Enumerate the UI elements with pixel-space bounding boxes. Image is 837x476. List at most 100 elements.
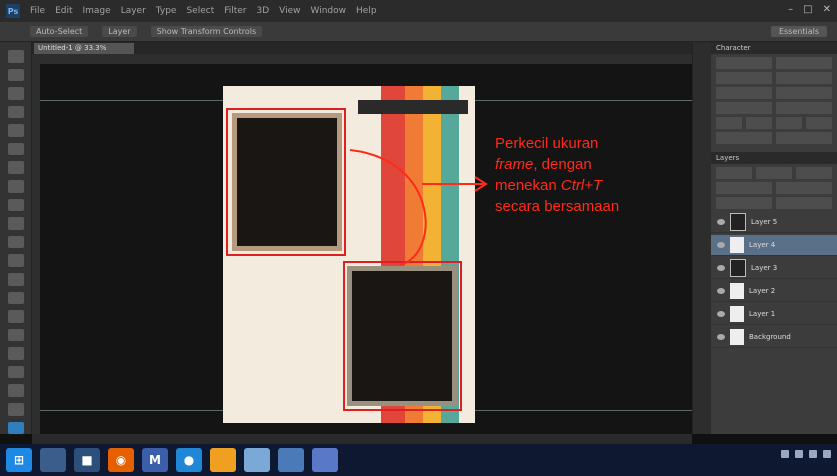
vertical-ruler <box>32 64 40 434</box>
annotation-arrow <box>349 149 488 265</box>
quick-select-tool-icon[interactable] <box>7 105 24 119</box>
poster-title-block <box>358 100 468 114</box>
size-row[interactable] <box>716 72 832 84</box>
brush-tool-icon[interactable] <box>7 180 24 193</box>
layer-thumbnail <box>730 213 746 231</box>
tools-panel <box>0 42 32 435</box>
menu-view[interactable]: View <box>279 6 300 16</box>
annotation-line-2: frame, dengan <box>495 156 592 173</box>
mail-icon[interactable]: M <box>142 448 168 472</box>
type-tool-icon[interactable] <box>7 328 24 342</box>
auto-select-checkbox[interactable]: Auto-Select <box>30 26 89 37</box>
layer-thumbnail <box>730 283 744 299</box>
menu-window[interactable]: Window <box>311 6 347 16</box>
file-explorer-icon[interactable] <box>40 448 66 472</box>
media-player-icon[interactable]: ■ <box>74 448 100 472</box>
windows-start-icon[interactable]: ⊞ <box>6 448 32 472</box>
move-tool-icon[interactable] <box>7 50 24 63</box>
layer-row-selected[interactable]: Layer 4 <box>711 235 837 256</box>
taskbar: ⊞ ■ ◉ M ● <box>0 444 837 476</box>
zoom-tool-icon[interactable] <box>7 402 24 416</box>
folder-icon[interactable] <box>210 448 236 472</box>
layer-row[interactable]: Layer 5 <box>711 212 837 233</box>
eyedropper-tool-icon[interactable] <box>7 142 24 156</box>
layer-row[interactable]: Background <box>711 327 837 348</box>
dodge-tool-icon[interactable] <box>7 291 24 305</box>
tracking-row[interactable] <box>716 87 832 99</box>
chrome-icon[interactable]: ● <box>176 448 202 472</box>
workspace-dropdown[interactable]: Essentials <box>770 26 827 37</box>
lasso-tool-icon[interactable] <box>7 87 24 100</box>
eye-icon[interactable] <box>717 265 725 271</box>
photoshop-logo-icon: Ps <box>6 4 20 18</box>
annotation-text: Perkecil ukuran frame, dengan menekan Ct… <box>495 133 680 217</box>
desktop-icon[interactable] <box>278 448 304 472</box>
scale-row[interactable] <box>716 102 832 114</box>
eye-icon[interactable] <box>717 242 725 248</box>
notification-icon[interactable] <box>823 450 831 458</box>
path-select-tool-icon[interactable] <box>7 347 24 360</box>
close-icon[interactable]: ✕ <box>823 4 831 15</box>
menu-layer[interactable]: Layer <box>121 6 146 16</box>
lock-row[interactable] <box>716 197 832 209</box>
hand-tool-icon[interactable] <box>7 384 24 397</box>
menu-bar: Ps File Edit Image Layer Type Select Fil… <box>0 0 837 22</box>
minimize-icon[interactable]: – <box>788 4 793 15</box>
transform-controls-checkbox[interactable]: Show Transform Controls <box>150 26 263 37</box>
volume-icon[interactable] <box>795 450 803 458</box>
maximize-icon[interactable]: □ <box>803 4 812 15</box>
eye-icon[interactable] <box>717 288 725 294</box>
eye-icon[interactable] <box>717 219 725 225</box>
system-tray <box>781 450 831 458</box>
menu-select[interactable]: Select <box>186 6 214 16</box>
language-row[interactable] <box>716 132 832 144</box>
options-bar: Auto-Select Layer Show Transform Control… <box>0 22 837 42</box>
annotation-line-3: menekan Ctrl+T <box>495 177 603 194</box>
menu-3d[interactable]: 3D <box>257 6 270 16</box>
pen-tool-icon[interactable] <box>7 310 24 323</box>
status-bar <box>32 434 692 444</box>
photoshop-taskbar-icon[interactable] <box>312 448 338 472</box>
window-controls: – □ ✕ <box>788 4 831 15</box>
menu-help[interactable]: Help <box>356 6 377 16</box>
gradient-tool-icon[interactable] <box>7 254 24 267</box>
menu-file[interactable]: File <box>30 6 45 16</box>
menu-image[interactable]: Image <box>83 6 111 16</box>
shape-tool-icon[interactable] <box>7 365 24 379</box>
battery-icon[interactable] <box>809 450 817 458</box>
document-tab[interactable]: Untitled-1 @ 33.3% <box>34 43 134 54</box>
eye-icon[interactable] <box>717 311 725 317</box>
layer-thumbnail <box>730 306 744 322</box>
auto-select-target-dropdown[interactable]: Layer <box>102 26 137 37</box>
history-brush-tool-icon[interactable] <box>7 217 24 230</box>
marquee-tool-icon[interactable] <box>7 68 24 82</box>
menu-type[interactable]: Type <box>156 6 177 16</box>
quick-mask-icon[interactable] <box>7 421 24 435</box>
collapsed-panel-dock[interactable] <box>692 42 712 434</box>
menu-filter[interactable]: Filter <box>224 6 246 16</box>
highlight-box-bottom <box>343 261 462 411</box>
blend-mode-row[interactable] <box>716 182 832 194</box>
photos-icon[interactable] <box>244 448 270 472</box>
highlight-box-top <box>226 108 346 256</box>
annotation-line-1: Perkecil ukuran <box>495 135 599 152</box>
network-icon[interactable] <box>781 450 789 458</box>
style-row[interactable] <box>716 117 832 129</box>
menu-edit[interactable]: Edit <box>55 6 72 16</box>
stamp-tool-icon[interactable] <box>7 198 24 212</box>
layer-thumbnail <box>730 329 744 345</box>
right-panels: Character Layers Layer 5 Layer 4 Layer 3… <box>711 42 837 434</box>
eraser-tool-icon[interactable] <box>7 235 24 249</box>
layer-filter-row[interactable] <box>716 167 832 179</box>
crop-tool-icon[interactable] <box>7 124 24 137</box>
layers-panel-tab[interactable]: Layers <box>711 152 837 164</box>
character-panel-tab[interactable]: Character <box>711 42 837 54</box>
layer-row[interactable]: Layer 1 <box>711 304 837 325</box>
layer-row[interactable]: Layer 2 <box>711 281 837 302</box>
blur-tool-icon[interactable] <box>7 272 24 286</box>
layer-row[interactable]: Layer 3 <box>711 258 837 279</box>
healing-tool-icon[interactable] <box>7 161 24 175</box>
font-row[interactable] <box>716 57 832 69</box>
firefox-icon[interactable]: ◉ <box>108 448 134 472</box>
eye-icon[interactable] <box>717 334 725 340</box>
